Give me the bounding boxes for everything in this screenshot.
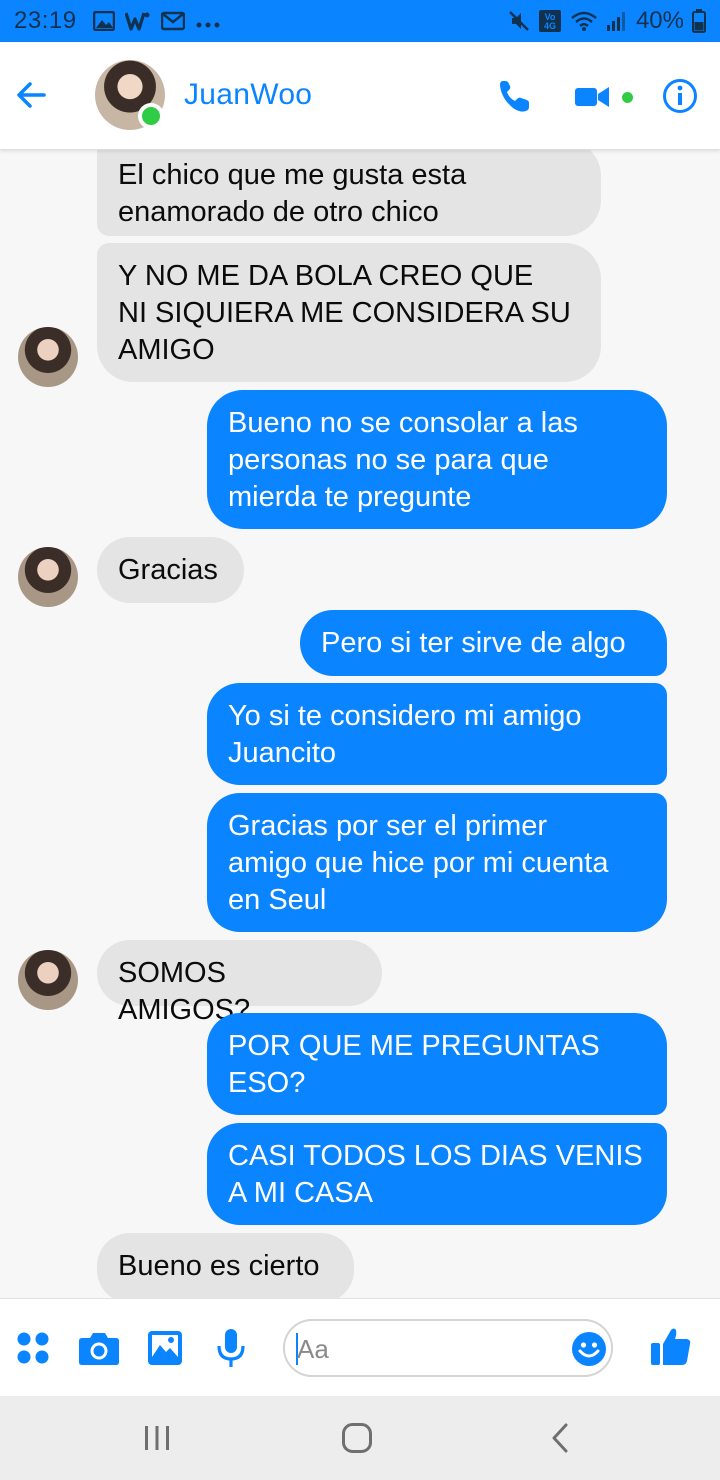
- message-list[interactable]: El chico que me gusta esta enamorado de …: [0, 150, 720, 1298]
- outgoing-message[interactable]: Bueno no se consolar a las personas no s…: [207, 390, 667, 529]
- status-bar: 23:19 Vo 4G 40%: [0, 0, 720, 42]
- incoming-message[interactable]: SOMOS AMIGOS?: [97, 940, 382, 1026]
- online-status-dot: [138, 103, 164, 129]
- apps-grid-icon[interactable]: [16, 1331, 50, 1365]
- battery-percent: 40%: [635, 7, 684, 34]
- incoming-message[interactable]: El chico que me gusta esta enamorado de …: [97, 150, 601, 236]
- gmail-icon: [160, 11, 185, 31]
- gallery-icon: [92, 11, 115, 31]
- thumbs-up-icon[interactable]: [650, 1327, 692, 1367]
- incoming-message[interactable]: Y NO ME DA BOLA CREO QUE NI SIQUIERA ME …: [97, 243, 601, 382]
- status-time: 23:19: [14, 7, 77, 34]
- outgoing-message[interactable]: Yo si te considero mi amigo Juancito: [207, 683, 667, 785]
- microphone-icon[interactable]: [216, 1328, 246, 1368]
- message-input-field[interactable]: [283, 1319, 613, 1377]
- sender-avatar[interactable]: [18, 327, 78, 387]
- message-composer: [0, 1298, 720, 1396]
- battery-icon: [692, 9, 706, 33]
- volte-icon: Vo4G: [538, 10, 561, 32]
- notification-icons: [92, 11, 221, 31]
- back-icon[interactable]: [548, 1422, 572, 1454]
- video-online-dot: [622, 92, 633, 103]
- w-app-icon: [124, 12, 150, 31]
- home-icon[interactable]: [341, 1422, 373, 1454]
- conversation-header: JuanWoo: [0, 42, 720, 150]
- outgoing-message[interactable]: POR QUE ME PREGUNTAS ESO?: [207, 1013, 667, 1115]
- info-icon[interactable]: [662, 78, 698, 114]
- incoming-message[interactable]: Gracias: [97, 537, 244, 603]
- back-arrow-icon[interactable]: [14, 78, 48, 112]
- signal-icon: [606, 12, 625, 31]
- outgoing-message[interactable]: Gracias por ser el primer amigo que hice…: [207, 793, 667, 932]
- image-icon[interactable]: [147, 1330, 183, 1366]
- outgoing-message[interactable]: CASI TODOS LOS DIAS VENIS A MI CASA: [207, 1123, 667, 1225]
- wifi-icon: [571, 11, 597, 31]
- emoji-icon[interactable]: [571, 1331, 607, 1367]
- contact-name[interactable]: JuanWoo: [184, 78, 312, 112]
- svg-text:4G: 4G: [544, 21, 556, 31]
- status-right: Vo 4G 40%: [508, 7, 706, 35]
- incoming-message[interactable]: Bueno es cierto: [97, 1233, 354, 1298]
- recent-apps-icon[interactable]: [142, 1424, 172, 1452]
- phone-icon[interactable]: [496, 78, 532, 114]
- sender-avatar[interactable]: [18, 950, 78, 1010]
- video-camera-icon[interactable]: [574, 82, 610, 112]
- sender-avatar[interactable]: [18, 547, 78, 607]
- message-input[interactable]: [297, 1331, 557, 1367]
- camera-icon[interactable]: [78, 1330, 120, 1366]
- system-navigation-bar: [0, 1396, 720, 1480]
- more-dots-icon: [196, 22, 220, 28]
- messenger-app: 23:19 Vo 4G 40% JuanWoo El chico que me g…: [0, 0, 720, 1480]
- outgoing-message[interactable]: Pero si ter sirve de algo: [300, 610, 667, 676]
- mute-icon: [509, 11, 529, 31]
